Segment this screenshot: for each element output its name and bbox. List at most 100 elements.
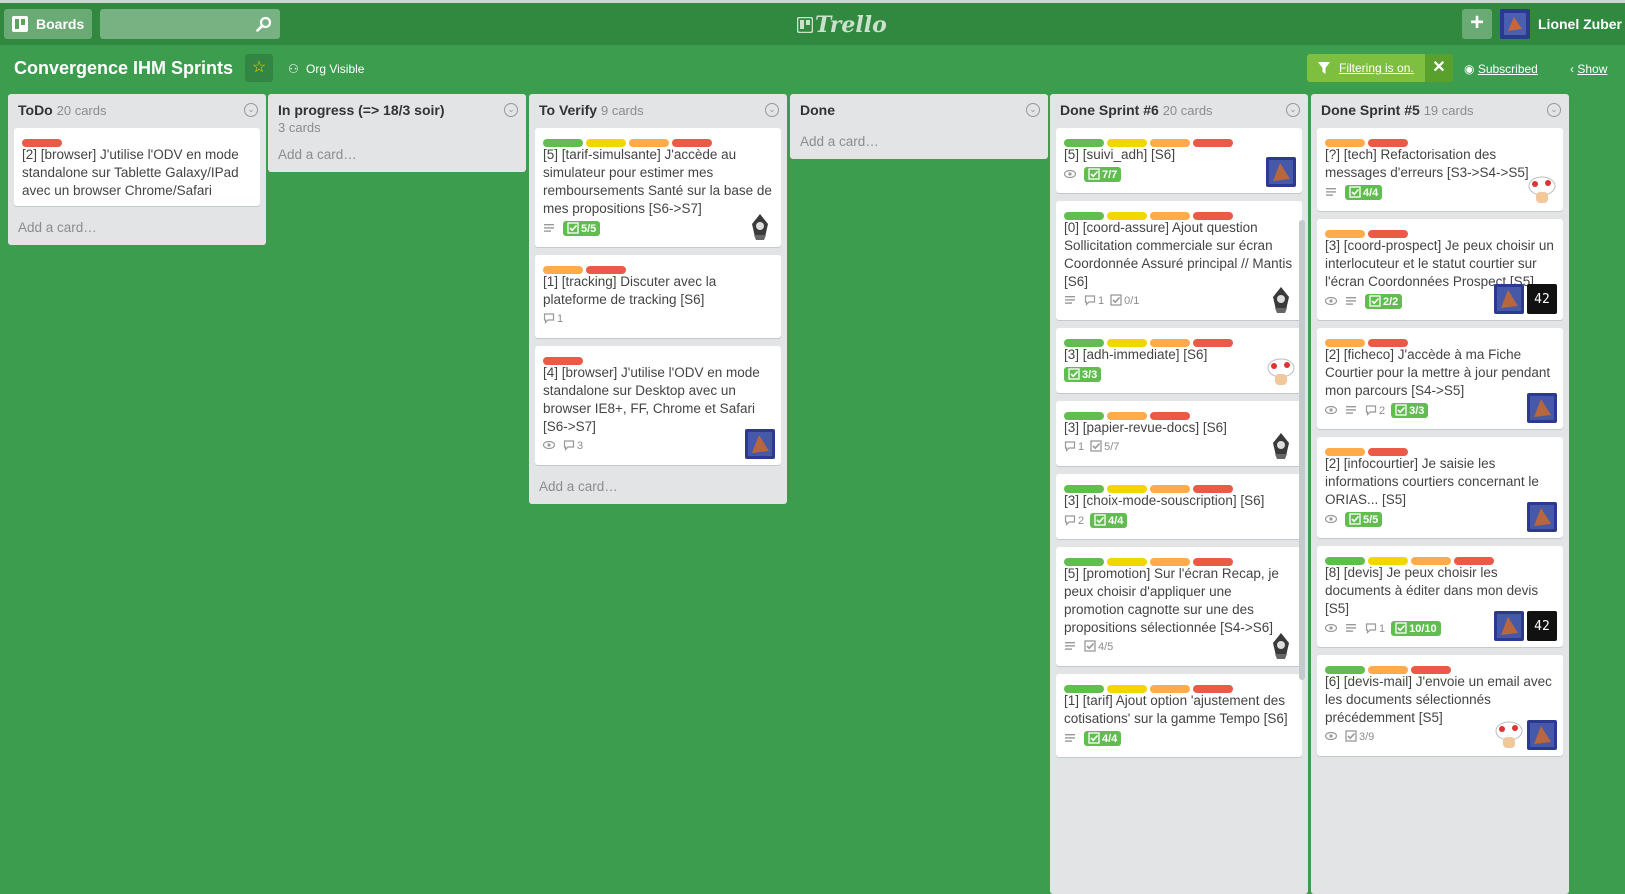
card[interactable]: [5] [suivi_adh] [S6] 7/7 bbox=[1056, 128, 1302, 193]
list-name[interactable]: Done Sprint #5 bbox=[1321, 102, 1420, 118]
checklist-badge: 0/1 bbox=[1110, 294, 1139, 307]
card-badges: 1 5/7 bbox=[1064, 440, 1294, 460]
watch-icon bbox=[1325, 404, 1339, 417]
card-list: [2] [browser] J'utilise l'ODV en mode st… bbox=[8, 122, 266, 206]
card[interactable]: [5] [tarif-simulsante] J'accède au simul… bbox=[535, 128, 781, 247]
list-scrollbar[interactable] bbox=[1299, 220, 1305, 680]
user-name[interactable]: Lionel Zuber bbox=[1538, 16, 1622, 32]
add-card-link[interactable]: Add a card… bbox=[790, 128, 1048, 159]
list-card-count: 20 cards bbox=[56, 103, 107, 118]
search-icon bbox=[256, 16, 272, 32]
member-avatar-blue[interactable] bbox=[1494, 284, 1524, 314]
checklist-count: 10/10 bbox=[1409, 623, 1437, 635]
list-menu-icon[interactable]: ⌄ bbox=[504, 103, 518, 117]
list-name[interactable]: To Verify bbox=[539, 102, 597, 118]
card-members bbox=[1263, 357, 1296, 387]
boards-label: Boards bbox=[36, 16, 85, 32]
list-menu-icon[interactable]: ⌄ bbox=[1286, 103, 1300, 117]
star-board-button[interactable]: ☆ bbox=[245, 54, 273, 82]
clear-filter-button[interactable]: ✕ bbox=[1425, 54, 1453, 82]
org-icon: ⚇ bbox=[288, 62, 299, 76]
member-avatar-assassin[interactable] bbox=[745, 211, 775, 241]
member-avatar-blue[interactable] bbox=[1494, 611, 1524, 641]
card[interactable]: [3] [papier-revue-docs] [S6] 1 5/7 bbox=[1056, 401, 1302, 466]
card[interactable]: [3] [adh-immediate] [S6] 3/3 bbox=[1056, 328, 1302, 393]
add-card-link[interactable]: Add a card… bbox=[8, 214, 266, 245]
card[interactable]: [?] [tech] Refactorisation des messages … bbox=[1317, 128, 1563, 211]
comments-count: 1 bbox=[557, 313, 564, 325]
checklist-icon bbox=[567, 222, 579, 234]
card[interactable]: [8] [devis] Je peux choisir les document… bbox=[1317, 546, 1563, 647]
card[interactable]: [6] [devis-mail] J'envoie un email avec … bbox=[1317, 655, 1563, 756]
list-name[interactable]: ToDo bbox=[18, 102, 53, 118]
member-avatar-42[interactable]: 42 bbox=[1527, 284, 1557, 314]
card[interactable]: [3] [choix-mode-souscription] [S6] 2 4/4 bbox=[1056, 474, 1302, 539]
checklist-count: 3/9 bbox=[1359, 731, 1375, 743]
comments-badge: 1 bbox=[1084, 294, 1104, 307]
add-card-link[interactable]: Add a card… bbox=[529, 473, 787, 504]
member-avatar-toad[interactable] bbox=[1266, 357, 1296, 387]
card[interactable]: [0] [coord-assure] Ajout question Sollic… bbox=[1056, 201, 1302, 320]
member-avatar-assassin[interactable] bbox=[1266, 284, 1296, 314]
checklist-count: 4/4 bbox=[1102, 733, 1118, 745]
svg-text:42: 42 bbox=[1534, 292, 1550, 307]
card-members: 42 bbox=[1491, 611, 1557, 641]
checklist-count: 3/3 bbox=[1082, 369, 1098, 381]
card[interactable]: [2] [browser] J'utilise l'ODV en mode st… bbox=[14, 128, 260, 206]
board-title[interactable]: Convergence IHM Sprints bbox=[14, 58, 233, 79]
add-button[interactable]: + bbox=[1462, 9, 1492, 39]
card-title: [1] [tracking] Discuter avec la platefor… bbox=[543, 274, 717, 307]
filter-label: Filtering is on. bbox=[1339, 61, 1414, 75]
show-menu-button[interactable]: ‹ Show bbox=[1570, 62, 1607, 76]
member-avatar-blue[interactable] bbox=[1266, 157, 1296, 187]
search-input[interactable] bbox=[100, 9, 280, 39]
comments-count: 2 bbox=[1078, 515, 1085, 527]
list: Done ⌄ Add a card… bbox=[790, 94, 1048, 159]
card-title: [5] [tarif-simulsante] J'accède au simul… bbox=[543, 147, 772, 216]
card-title: [3] [adh-immediate] [S6] bbox=[1064, 347, 1208, 362]
checklist-badge: 5/5 bbox=[1345, 512, 1383, 527]
checklist-badge: 3/9 bbox=[1345, 730, 1374, 743]
member-avatar-assassin[interactable] bbox=[1266, 430, 1296, 460]
member-avatar-blue[interactable] bbox=[1527, 393, 1557, 423]
member-avatar-blue[interactable] bbox=[745, 429, 775, 459]
list-name[interactable]: Done bbox=[800, 102, 835, 118]
card-title: [5] [promotion] Sur l'écran Recap, je pe… bbox=[1064, 566, 1279, 635]
list-name[interactable]: In progress (=> 18/3 soir) bbox=[278, 102, 445, 118]
card-badges: 7/7 bbox=[1064, 167, 1294, 187]
trello-logo[interactable]: Trello bbox=[797, 12, 887, 38]
comments-badge: 2 bbox=[1064, 514, 1084, 527]
subscribed-button[interactable]: ◉ Subscribed bbox=[1464, 62, 1538, 76]
card-members: 42 bbox=[1491, 284, 1557, 314]
card[interactable]: [2] [infocourtier] Je saisie les informa… bbox=[1317, 437, 1563, 538]
visibility-button[interactable]: ⚇ Org Visible bbox=[288, 62, 364, 76]
boards-icon bbox=[12, 16, 28, 32]
member-avatar-assassin[interactable] bbox=[1266, 630, 1296, 660]
card[interactable]: [5] [promotion] Sur l'écran Recap, je pe… bbox=[1056, 547, 1302, 666]
checklist-count: 4/5 bbox=[1098, 641, 1114, 653]
card-badges: 5/5 bbox=[543, 221, 773, 241]
list-name[interactable]: Done Sprint #6 bbox=[1060, 102, 1159, 118]
list-menu-icon[interactable]: ⌄ bbox=[244, 103, 258, 117]
checklist-icon bbox=[1369, 295, 1381, 307]
card[interactable]: [2] [ficheco] J'accède à ma Fiche Courti… bbox=[1317, 328, 1563, 429]
add-card-link[interactable]: Add a card… bbox=[268, 141, 526, 172]
card[interactable]: [4] [browser] J'utilise l'ODV en mode st… bbox=[535, 346, 781, 465]
card[interactable]: [1] [tarif] Ajout option 'ajustement des… bbox=[1056, 674, 1302, 757]
list-menu-icon[interactable]: ⌄ bbox=[1547, 103, 1561, 117]
member-avatar-toad[interactable] bbox=[1494, 720, 1524, 750]
member-avatar-blue[interactable] bbox=[1527, 720, 1557, 750]
card-title: [0] [coord-assure] Ajout question Sollic… bbox=[1064, 220, 1293, 289]
boards-button[interactable]: Boards bbox=[4, 9, 92, 39]
list-card-count: 19 cards bbox=[1423, 103, 1474, 118]
list-menu-icon[interactable]: ⌄ bbox=[1026, 103, 1040, 117]
card-title: [1] [tarif] Ajout option 'ajustement des… bbox=[1064, 693, 1288, 726]
member-avatar-42[interactable]: 42 bbox=[1527, 611, 1557, 641]
user-avatar[interactable] bbox=[1500, 9, 1530, 39]
list-menu-icon[interactable]: ⌄ bbox=[765, 103, 779, 117]
card[interactable]: [1] [tracking] Discuter avec la platefor… bbox=[535, 255, 781, 338]
watch-icon bbox=[1064, 168, 1078, 181]
member-avatar-blue[interactable] bbox=[1527, 502, 1557, 532]
card[interactable]: [3] [coord-prospect] Je peux choisir un … bbox=[1317, 219, 1563, 320]
member-avatar-toad[interactable] bbox=[1527, 175, 1557, 205]
